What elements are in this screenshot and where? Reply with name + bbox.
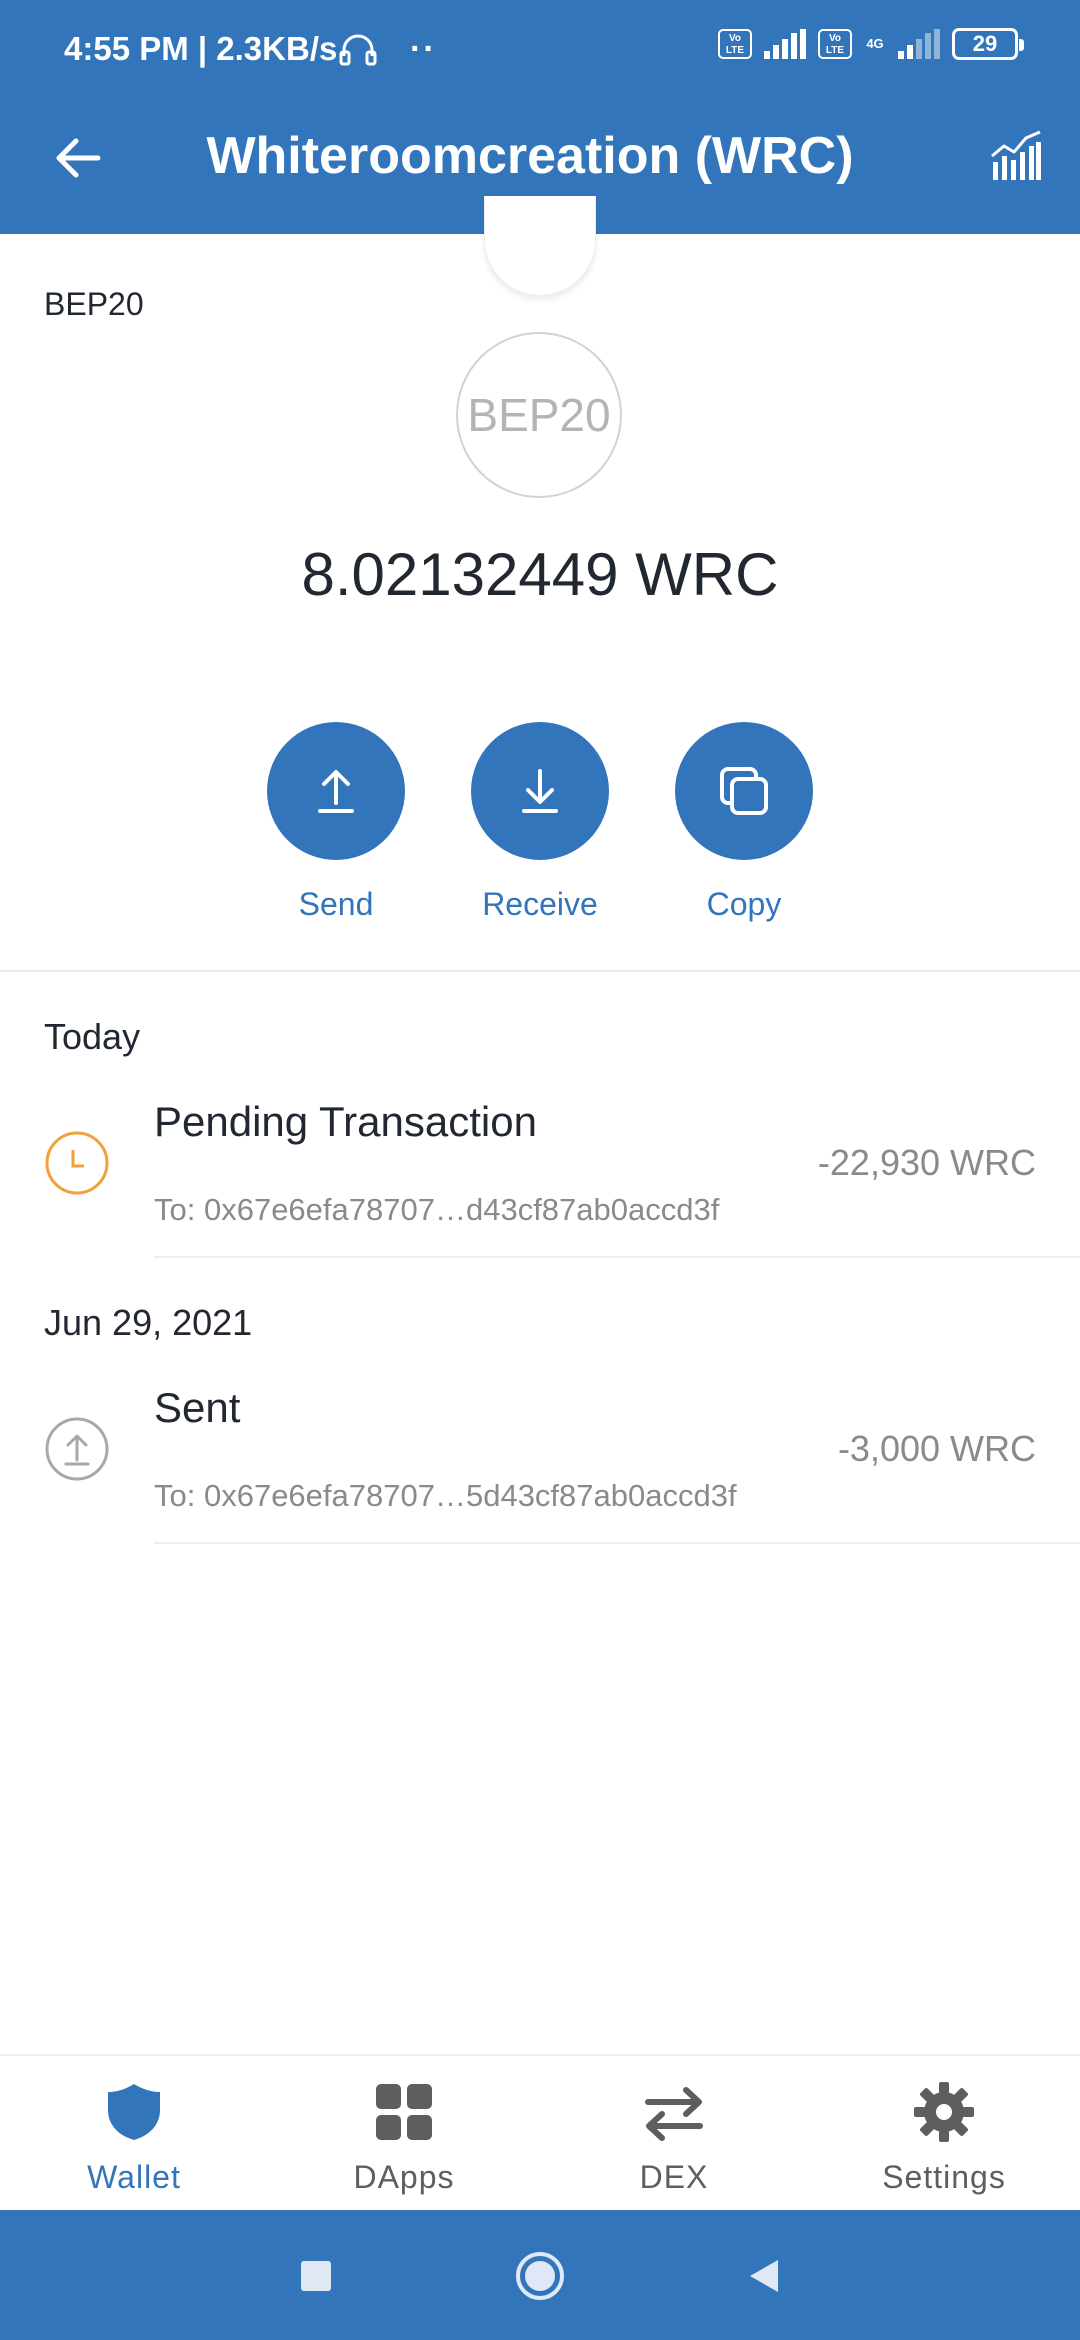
status-bar: 4:55 PM | 2.3KB/s ·· Vo LTE Vo LTE 4G 29 <box>0 0 1080 100</box>
refresh-indicator <box>484 196 596 296</box>
copy-button[interactable]: Copy <box>654 722 834 923</box>
transaction-title: Sent <box>154 1384 241 1431</box>
token-logo: BEP20 <box>456 332 622 498</box>
transaction-amount: -3,000 WRC <box>837 1428 1036 1469</box>
bottom-navigation: Wallet DApps DEX Settings <box>0 2054 1080 2210</box>
copy-label: Copy <box>706 886 782 922</box>
volte-badge-2: Vo LTE <box>818 29 852 59</box>
price-chart-icon[interactable] <box>988 128 1044 184</box>
headset-icon <box>339 34 377 66</box>
send-button[interactable]: Send <box>246 722 426 923</box>
transaction-recipient: To: 0x67e6efa78707…d43cf87ab0accd3f <box>154 1192 720 1227</box>
gear-icon <box>914 2082 974 2142</box>
home-icon[interactable] <box>512 2248 568 2304</box>
page-title: Whiteroomcreation (WRC) <box>206 127 854 185</box>
grid-icon <box>376 2084 432 2140</box>
clock-icon <box>45 1131 109 1195</box>
date-header-jun-29: Jun 29, 2021 <box>44 1302 253 1343</box>
row-divider <box>154 1542 1080 1544</box>
transaction-row[interactable]: Pending Transaction To: 0x67e6efa78707…d… <box>0 1080 1080 1270</box>
notification-dots-icon: ·· <box>410 30 437 68</box>
nav-label: DApps <box>353 2159 455 2195</box>
signal-strength-icon-1 <box>764 29 806 59</box>
upload-icon <box>318 770 354 813</box>
date-header-today: Today <box>44 1016 141 1057</box>
status-indicators: Vo LTE Vo LTE 4G 29 <box>718 28 1024 60</box>
send-circle[interactable] <box>267 722 405 860</box>
receive-label: Receive <box>482 886 598 922</box>
send-label: Send <box>298 886 374 922</box>
transaction-title: Pending Transaction <box>154 1098 537 1145</box>
system-navigation-bar <box>0 2210 1080 2340</box>
status-time: 4:55 PM | 2.3KB/s <box>64 30 338 67</box>
nav-dapps[interactable]: DApps <box>304 2080 504 2196</box>
shield-icon <box>108 2084 160 2140</box>
receive-button[interactable]: Receive <box>450 722 630 923</box>
download-icon <box>522 769 558 813</box>
copy-circle[interactable] <box>675 722 813 860</box>
back-triangle-icon[interactable] <box>736 2248 792 2304</box>
nav-dex[interactable]: DEX <box>574 2080 774 2196</box>
nav-settings[interactable]: Settings <box>844 2080 1044 2196</box>
transaction-recipient: To: 0x67e6efa78707…5d43cf87ab0accd3f <box>154 1478 737 1513</box>
row-divider <box>154 1256 1080 1258</box>
back-arrow-icon[interactable] <box>50 130 106 186</box>
network-type: 4G <box>866 36 884 51</box>
nav-label: Wallet <box>87 2159 181 2195</box>
copy-icon <box>720 767 768 815</box>
volte-badge-1: Vo LTE <box>718 29 752 59</box>
transaction-row[interactable]: Sent To: 0x67e6efa78707…5d43cf87ab0accd3… <box>0 1366 1080 1556</box>
token-balance: 8.02132449 WRC <box>301 541 779 608</box>
action-buttons: Send Receive Copy <box>0 722 1080 952</box>
signal-strength-icon-2 <box>898 29 940 59</box>
section-divider <box>0 970 1080 972</box>
receive-circle[interactable] <box>471 722 609 860</box>
upload-icon <box>45 1417 109 1481</box>
nav-wallet[interactable]: Wallet <box>34 2080 234 2196</box>
battery-icon: 29 <box>952 28 1024 60</box>
swap-icon <box>645 2087 703 2141</box>
network-label: BEP20 <box>44 286 144 322</box>
recent-apps-icon[interactable] <box>288 2248 344 2304</box>
nav-label: DEX <box>639 2159 709 2195</box>
transaction-amount: -22,930 WRC <box>817 1142 1036 1183</box>
nav-label: Settings <box>882 2159 1006 2195</box>
